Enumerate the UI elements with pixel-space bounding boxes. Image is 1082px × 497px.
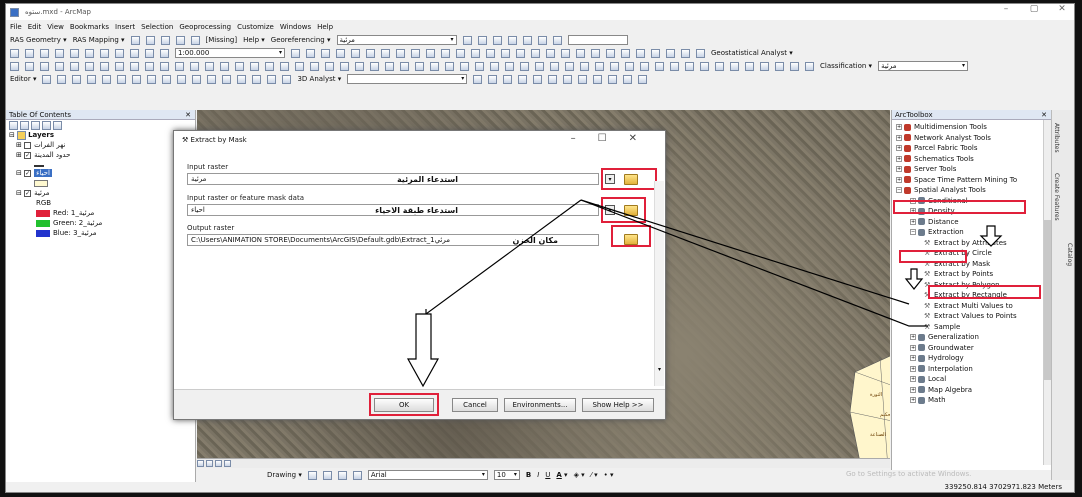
highlight-box [893, 200, 1026, 214]
arcmap-window: ستوه.mxd - ArcMap – ▢ ✕ File Edit View Book… [5, 3, 1075, 493]
highlight-box [928, 285, 1041, 299]
annotation-arrows [406, 199, 1003, 388]
highlight-box [899, 250, 967, 263]
